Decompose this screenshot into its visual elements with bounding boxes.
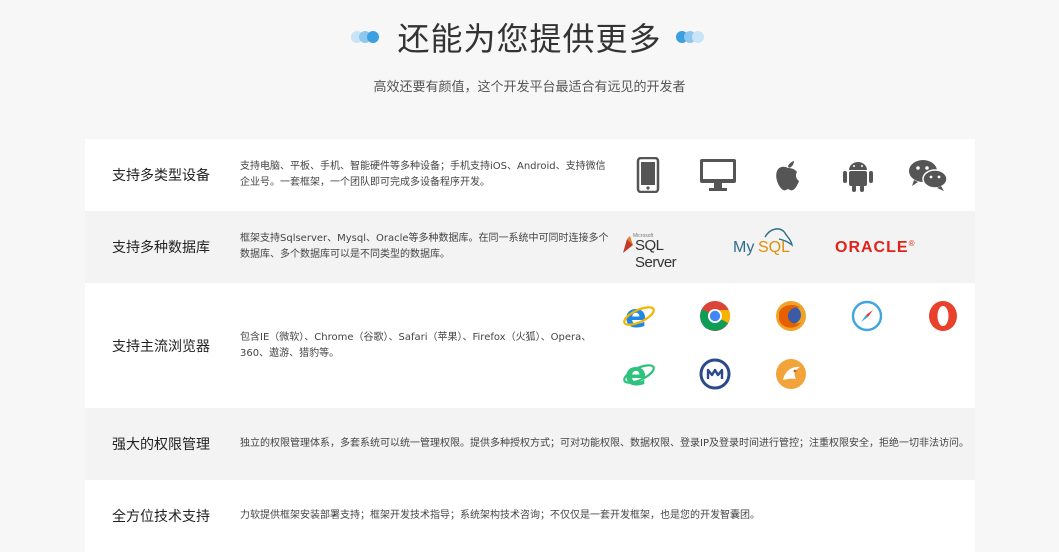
- row-description: 独立的权限管理体系，多套系统可以统一管理权限。提供多种授权方式；可对功能权限、数…: [240, 438, 969, 449]
- mysql-text-my: My: [733, 239, 755, 256]
- row-description: 包含IE（微软）、Chrome（谷歌）、Safari（苹果）、Firefox（火…: [240, 331, 592, 359]
- section-header: 还能为您提供更多 高效还要有颜值，这个开发平台最适合有远见的开发者: [0, 0, 1059, 130]
- section-title: 还能为您提供更多: [397, 20, 662, 58]
- feature-row-browsers: 支持主流浏览器 包含IE（微软）、Chrome（谷歌）、Safari（苹果）、F…: [85, 283, 975, 408]
- row-description: 支持电脑、平板、手机、智能硬件等多种设备；手机支持iOS、Android、支持微…: [240, 161, 606, 188]
- chrome-icon: [695, 296, 735, 336]
- feature-table: 支持多类型设备 支持电脑、平板、手机、智能硬件等多种设备；手机支持iOS、And…: [85, 139, 975, 552]
- sqlserver-logo: Microsoft SQL Server: [621, 233, 693, 271]
- desktop-monitor-icon: [698, 155, 738, 195]
- title-dots-right: [675, 31, 704, 43]
- opera-icon: [923, 296, 963, 336]
- android-icon: [838, 155, 878, 195]
- row-description: 力软提供框架安装部署支持；框架开发技术指导；系统架构技术咨询；不仅仅是一套开发框…: [240, 510, 760, 521]
- wechat-icon: [908, 155, 948, 195]
- title-wrap: 还能为您提供更多: [0, 14, 1059, 60]
- row-label: 强大的权限管理: [112, 437, 210, 453]
- maxthon-icon: [695, 354, 735, 394]
- apple-icon: [768, 154, 808, 194]
- row-label: 支持主流浏览器: [112, 338, 210, 355]
- feature-row-permissions: 强大的权限管理 独立的权限管理体系，多套系统可以统一管理权限。提供多种授权方式；…: [85, 408, 975, 480]
- 360-browser-icon: e: [619, 354, 659, 394]
- firefox-icon: [771, 296, 811, 336]
- safari-icon: [847, 296, 887, 336]
- row-label: 全方位技术支持: [112, 509, 210, 525]
- database-logos: Microsoft SQL Server My SQL ORACLE®: [615, 211, 975, 283]
- browser-icons: e e: [615, 283, 975, 408]
- feature-row-devices: 支持多类型设备 支持电脑、平板、手机、智能硬件等多种设备；手机支持iOS、And…: [85, 139, 975, 211]
- feature-row-support: 全方位技术支持 力软提供框架安装部署支持；框架开发技术指导；系统架构技术咨询；不…: [85, 480, 975, 552]
- feature-row-databases: 支持多种数据库 框架支持Sqlserver、Mysql、Oracle等多种数据库…: [85, 211, 975, 283]
- row-description: 框架支持Sqlserver、Mysql、Oracle等多种数据库。在同一系统中可…: [240, 233, 609, 260]
- row-label: 支持多类型设备: [112, 168, 210, 184]
- ie-icon: e: [619, 296, 659, 336]
- oracle-logo: ORACLE®: [835, 239, 945, 259]
- mysql-logo: My SQL: [733, 227, 793, 259]
- title-dots-left: [351, 31, 380, 43]
- oracle-text: ORACLE: [835, 239, 909, 256]
- mysql-text-sql: SQL: [758, 239, 791, 256]
- mobile-phone-icon: [628, 155, 668, 195]
- row-label: 支持多种数据库: [112, 240, 210, 256]
- section-subtitle: 高效还要有颜值，这个开发平台最适合有远见的开发者: [373, 80, 686, 95]
- liebao-browser-icon: [771, 354, 811, 394]
- device-icons: [615, 139, 975, 211]
- sqlserver-text: SQL Server: [635, 237, 677, 271]
- oracle-mark: ®: [908, 239, 915, 248]
